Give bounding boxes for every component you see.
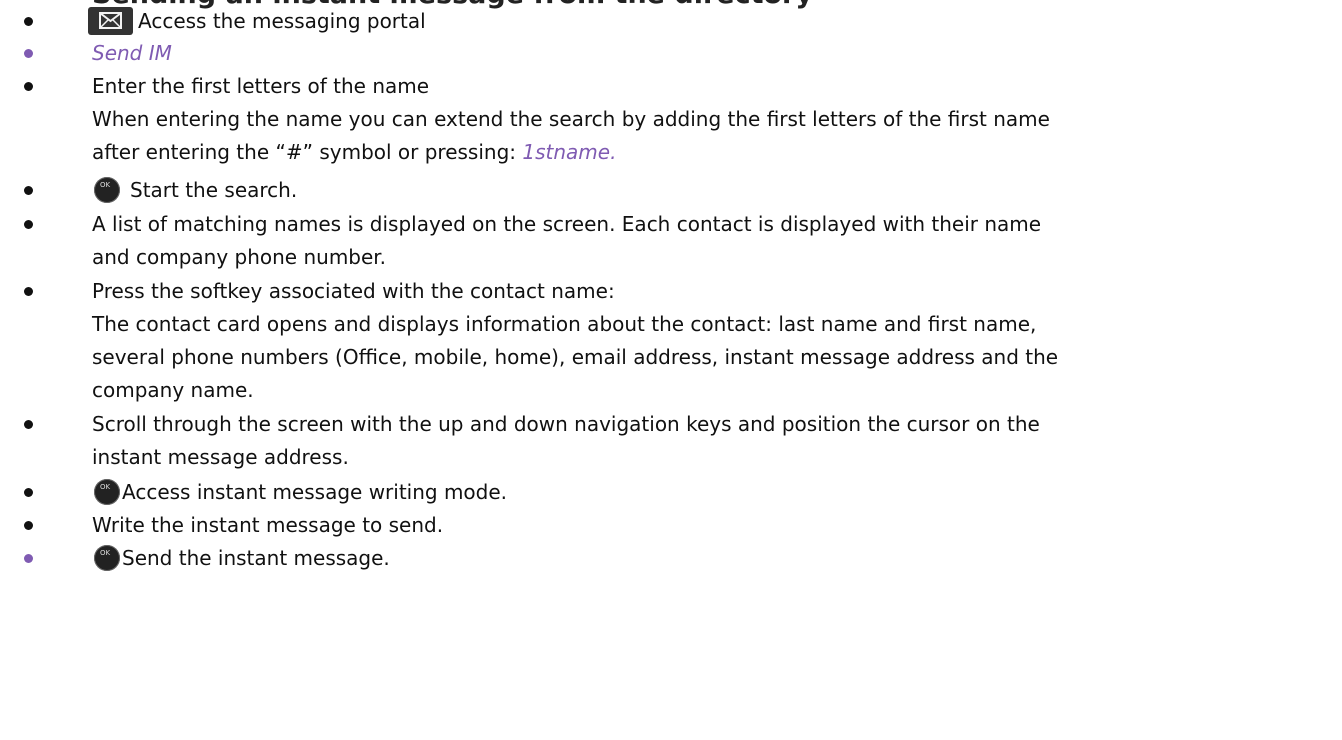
bullet-dot <box>24 521 33 530</box>
scroll-navigation-text-continued: instant message address. <box>92 445 349 469</box>
document-page: Sending an instant message from the dire… <box>0 0 1342 740</box>
ok-icon-label: OK <box>100 549 111 557</box>
bullet-dot <box>24 287 33 296</box>
ok-button-icon: OK <box>94 479 120 505</box>
press-softkey-text: Press the softkey associated with the co… <box>92 279 615 303</box>
ok-button-icon: OK <box>94 177 120 203</box>
bullet-dot <box>24 186 33 195</box>
send-message-text: Send the instant message. <box>122 546 390 570</box>
search-extension-text: When entering the name you can extend th… <box>92 107 1050 131</box>
contact-card-text-end: company name. <box>92 378 254 402</box>
bullet-dot <box>24 82 33 91</box>
bullet-dot <box>24 488 33 497</box>
write-message-text: Write the instant message to send. <box>92 513 444 537</box>
ok-icon-label: OK <box>100 181 111 189</box>
scroll-navigation-text: Scroll through the screen with the up an… <box>92 412 1040 436</box>
search-extension-text-continued: after entering the “#” symbol or pressin… <box>92 136 1327 169</box>
ok-button-icon: OK <box>94 545 120 571</box>
start-search-text: Start the search. <box>130 178 298 202</box>
writing-mode-text: Access instant message writing mode. <box>122 480 508 504</box>
bullet-dot <box>24 17 33 26</box>
matching-names-text-continued: and company phone number. <box>92 245 387 269</box>
contact-card-text: The contact card opens and displays info… <box>92 312 1037 336</box>
contact-card-text-continued: several phone numbers (Office, mobile, h… <box>92 345 1059 369</box>
bullet-dot <box>24 220 33 229</box>
message-icon <box>88 7 133 35</box>
bullet-dot <box>24 49 33 58</box>
enter-name-text: Enter the first letters of the name <box>92 74 430 98</box>
pressing-instruction-text: after entering the “#” symbol or pressin… <box>92 140 523 164</box>
bullet-dot <box>24 554 33 563</box>
matching-names-text: A list of matching names is displayed on… <box>92 212 1042 236</box>
send-im-link[interactable]: Send IM <box>92 37 1327 70</box>
access-messaging-text: Access the messaging portal <box>138 9 426 33</box>
firstname-softkey-link[interactable]: 1stname. <box>522 140 616 164</box>
bullet-dot <box>24 420 33 429</box>
ok-icon-label: OK <box>100 483 111 491</box>
